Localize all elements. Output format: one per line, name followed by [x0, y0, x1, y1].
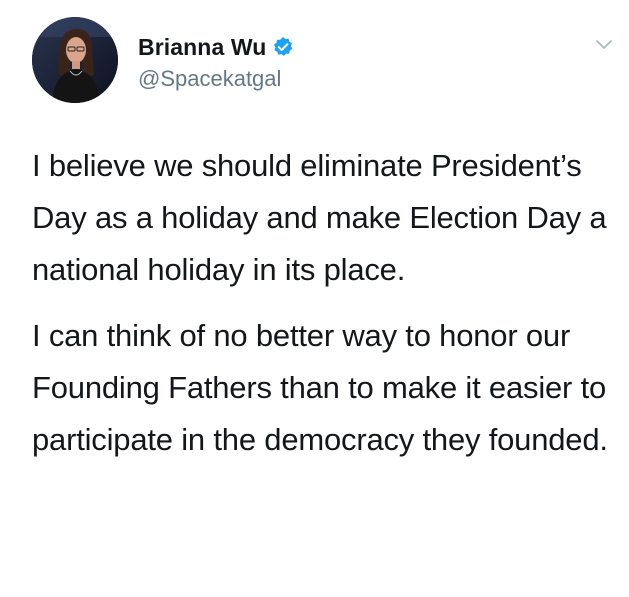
verified-badge-icon — [272, 36, 294, 58]
avatar[interactable] — [32, 17, 118, 103]
chevron-down-icon[interactable] — [595, 38, 613, 50]
tweet-paragraph: I can think of no better way to honor ou… — [32, 318, 608, 457]
author-display-name[interactable]: Brianna Wu — [138, 34, 266, 61]
tweet-card: Brianna Wu @Spacekatgal I believe we sho… — [0, 0, 629, 597]
author-name-row: Brianna Wu — [138, 32, 294, 62]
tweet-paragraph: I believe we should eliminate President’… — [32, 148, 607, 287]
tweet-text: I believe we should eliminate President’… — [32, 140, 622, 466]
author-handle[interactable]: @Spacekatgal — [138, 66, 281, 92]
profile-photo-icon — [32, 17, 118, 103]
